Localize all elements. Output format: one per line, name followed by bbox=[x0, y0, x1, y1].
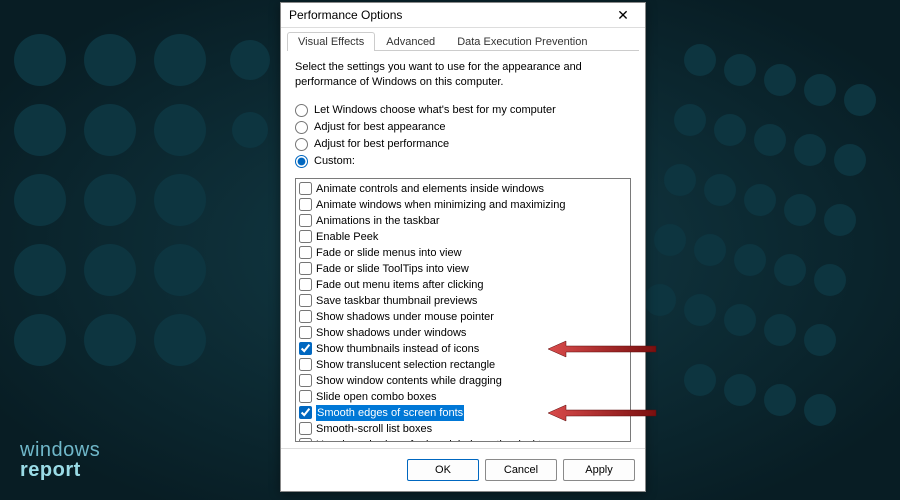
option-row[interactable]: Fade or slide menus into view bbox=[298, 245, 628, 261]
radio-bestperf[interactable]: Adjust for best performance bbox=[295, 138, 631, 151]
performance-options-dialog: Performance Options ✕ Visual EffectsAdva… bbox=[280, 2, 646, 492]
option-row[interactable]: Show shadows under mouse pointer bbox=[298, 309, 628, 325]
option-checkbox[interactable] bbox=[299, 406, 312, 419]
option-checkbox[interactable] bbox=[299, 230, 312, 243]
watermark-line1: windows bbox=[20, 439, 100, 461]
option-row[interactable]: Show window contents while dragging bbox=[298, 373, 628, 389]
option-label: Show shadows under windows bbox=[316, 325, 466, 341]
radio-input-bestapp[interactable] bbox=[295, 121, 308, 134]
option-label: Fade or slide ToolTips into view bbox=[316, 261, 469, 277]
option-row[interactable]: Use drop shadows for icon labels on the … bbox=[298, 437, 628, 442]
option-checkbox[interactable] bbox=[299, 214, 312, 227]
option-checkbox[interactable] bbox=[299, 246, 312, 259]
visual-effects-listbox[interactable]: Animate controls and elements inside win… bbox=[295, 178, 631, 442]
option-row[interactable]: Animate controls and elements inside win… bbox=[298, 181, 628, 197]
window-title: Performance Options bbox=[289, 8, 607, 22]
apply-button[interactable]: Apply bbox=[563, 459, 635, 481]
option-checkbox[interactable] bbox=[299, 310, 312, 323]
radio-input-custom[interactable] bbox=[295, 155, 308, 168]
option-label: Save taskbar thumbnail previews bbox=[316, 293, 477, 309]
option-row[interactable]: Show thumbnails instead of icons bbox=[298, 341, 628, 357]
close-icon: ✕ bbox=[617, 7, 629, 24]
radio-label: Let Windows choose what's best for my co… bbox=[314, 104, 556, 116]
tab-data-execution-prevention[interactable]: Data Execution Prevention bbox=[446, 32, 598, 51]
option-row[interactable]: Animate windows when minimizing and maxi… bbox=[298, 197, 628, 213]
option-checkbox[interactable] bbox=[299, 262, 312, 275]
radio-auto[interactable]: Let Windows choose what's best for my co… bbox=[295, 104, 631, 117]
titlebar[interactable]: Performance Options ✕ bbox=[281, 3, 645, 28]
option-label: Fade out menu items after clicking bbox=[316, 277, 484, 293]
radio-label: Adjust for best performance bbox=[314, 138, 449, 150]
close-button[interactable]: ✕ bbox=[607, 5, 639, 25]
option-row[interactable]: Show translucent selection rectangle bbox=[298, 357, 628, 373]
option-row[interactable]: Smooth-scroll list boxes bbox=[298, 421, 628, 437]
option-label: Animations in the taskbar bbox=[316, 213, 440, 229]
option-checkbox[interactable] bbox=[299, 182, 312, 195]
description-text: Select the settings you want to use for … bbox=[295, 60, 631, 90]
option-row[interactable]: Fade or slide ToolTips into view bbox=[298, 261, 628, 277]
option-label: Show thumbnails instead of icons bbox=[316, 341, 479, 357]
option-label: Animate windows when minimizing and maxi… bbox=[316, 197, 565, 213]
option-row[interactable]: Fade out menu items after clicking bbox=[298, 277, 628, 293]
radio-input-auto[interactable] bbox=[295, 104, 308, 117]
cancel-button[interactable]: Cancel bbox=[485, 459, 557, 481]
dialog-body: Select the settings you want to use for … bbox=[281, 52, 645, 448]
dialog-button-row: OK Cancel Apply bbox=[281, 448, 645, 491]
option-label: Slide open combo boxes bbox=[316, 389, 436, 405]
option-checkbox[interactable] bbox=[299, 278, 312, 291]
option-checkbox[interactable] bbox=[299, 438, 312, 442]
radio-bestapp[interactable]: Adjust for best appearance bbox=[295, 121, 631, 134]
tab-advanced[interactable]: Advanced bbox=[375, 32, 446, 51]
radio-label: Custom: bbox=[314, 155, 355, 167]
option-checkbox[interactable] bbox=[299, 326, 312, 339]
option-checkbox[interactable] bbox=[299, 342, 312, 355]
option-checkbox[interactable] bbox=[299, 198, 312, 211]
option-checkbox[interactable] bbox=[299, 422, 312, 435]
option-row[interactable]: Slide open combo boxes bbox=[298, 389, 628, 405]
option-label: Fade or slide menus into view bbox=[316, 245, 462, 261]
option-row[interactable]: Save taskbar thumbnail previews bbox=[298, 293, 628, 309]
option-row[interactable]: Smooth edges of screen fonts bbox=[298, 405, 628, 421]
option-row[interactable]: Enable Peek bbox=[298, 229, 628, 245]
option-row[interactable]: Animations in the taskbar bbox=[298, 213, 628, 229]
option-label: Animate controls and elements inside win… bbox=[316, 181, 544, 197]
option-label: Smooth-scroll list boxes bbox=[316, 421, 432, 437]
radio-custom[interactable]: Custom: bbox=[295, 155, 631, 168]
option-label: Smooth edges of screen fonts bbox=[316, 405, 464, 421]
option-label: Show window contents while dragging bbox=[316, 373, 502, 389]
option-label: Show translucent selection rectangle bbox=[316, 357, 495, 373]
radio-input-bestperf[interactable] bbox=[295, 138, 308, 151]
watermark-logo: windows report bbox=[20, 440, 100, 480]
radio-label: Adjust for best appearance bbox=[314, 121, 445, 133]
option-checkbox[interactable] bbox=[299, 294, 312, 307]
option-checkbox[interactable] bbox=[299, 374, 312, 387]
option-row[interactable]: Show shadows under windows bbox=[298, 325, 628, 341]
watermark-line2: report bbox=[20, 459, 81, 481]
option-checkbox[interactable] bbox=[299, 390, 312, 403]
option-label: Use drop shadows for icon labels on the … bbox=[316, 437, 553, 442]
tab-strip: Visual EffectsAdvancedData Execution Pre… bbox=[281, 28, 645, 51]
mode-radio-group: Let Windows choose what's best for my co… bbox=[295, 100, 631, 172]
ok-button[interactable]: OK bbox=[407, 459, 479, 481]
tab-visual-effects[interactable]: Visual Effects bbox=[287, 32, 375, 51]
option-label: Enable Peek bbox=[316, 229, 378, 245]
option-label: Show shadows under mouse pointer bbox=[316, 309, 494, 325]
option-checkbox[interactable] bbox=[299, 358, 312, 371]
